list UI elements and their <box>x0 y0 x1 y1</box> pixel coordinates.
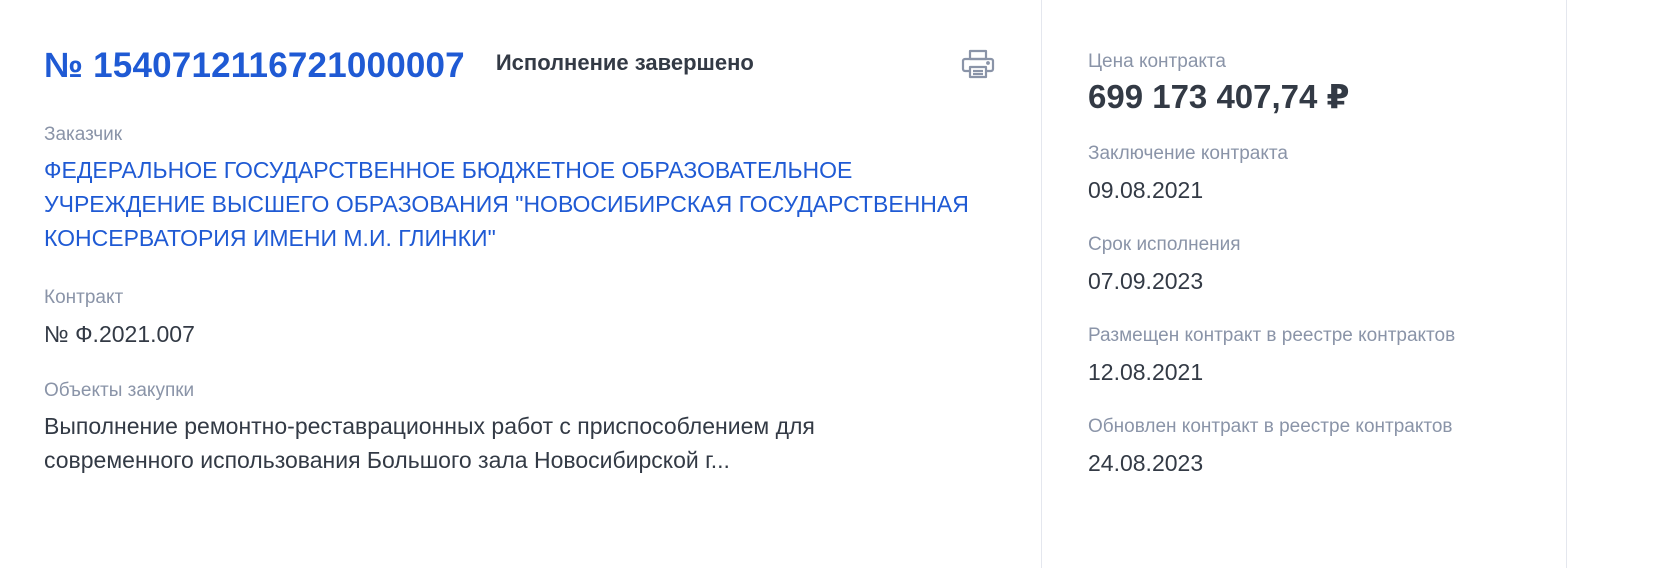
deadline-label: Срок исполнения <box>1088 234 1241 255</box>
contract-number-link[interactable]: № 1540712116721000007 <box>44 47 465 85</box>
deadline-group: Срок исполнения 07.09.2023 <box>1088 234 1566 296</box>
placed-date: 12.08.2021 <box>1088 359 1204 385</box>
contract-details-panel: Цена контракта 699 173 407,74 ₽ Заключен… <box>1042 0 1566 568</box>
conclusion-group: Заключение контракта 09.08.2021 <box>1088 143 1566 205</box>
updated-label: Обновлен контракт в реестре контрактов <box>1088 416 1453 437</box>
purchase-objects-value: Выполнение ремонтно-реставрационных рабо… <box>44 413 815 473</box>
contract-label: Контракт <box>44 287 124 308</box>
placed-label: Размещен контракт в реестре контрактов <box>1088 325 1456 346</box>
customer-block: Заказчик ФЕДЕРАЛЬНОЕ ГОСУДАРСТВЕННОЕ БЮД… <box>44 123 1041 255</box>
price-value: 699 173 407,74 ₽ <box>1088 78 1350 115</box>
page-background <box>1567 0 1678 568</box>
updated-group: Обновлен контракт в реестре контрактов 2… <box>1088 416 1566 478</box>
contract-card: № 1540712116721000007 Исполнение заверше… <box>0 0 1567 568</box>
customer-name-link[interactable]: ФЕДЕРАЛЬНОЕ ГОСУДАРСТВЕННОЕ БЮДЖЕТНОЕ ОБ… <box>44 153 1004 255</box>
contract-main-section: № 1540712116721000007 Исполнение заверше… <box>0 0 1042 568</box>
print-icon <box>961 49 995 84</box>
price-label: Цена контракта <box>1088 51 1226 72</box>
customer-label: Заказчик <box>44 124 123 145</box>
conclusion-date: 09.08.2021 <box>1088 177 1204 203</box>
contract-header: № 1540712116721000007 Исполнение заверше… <box>44 47 1041 85</box>
print-button[interactable] <box>958 46 998 86</box>
status-badge: Исполнение завершено <box>495 50 754 75</box>
price-group: Цена контракта 699 173 407,74 ₽ <box>1088 51 1566 115</box>
conclusion-label: Заключение контракта <box>1088 143 1288 164</box>
deadline-date: 07.09.2023 <box>1088 268 1204 294</box>
placed-group: Размещен контракт в реестре контрактов 1… <box>1088 325 1566 387</box>
purchase-objects-label: Объекты закупки <box>44 380 195 401</box>
contract-value: № Ф.2021.007 <box>44 321 195 347</box>
updated-date: 24.08.2023 <box>1088 450 1204 476</box>
purchase-objects-block: Объекты закупки Выполнение ремонтно-рест… <box>44 379 1041 477</box>
contract-block: Контракт № Ф.2021.007 <box>44 286 1041 349</box>
